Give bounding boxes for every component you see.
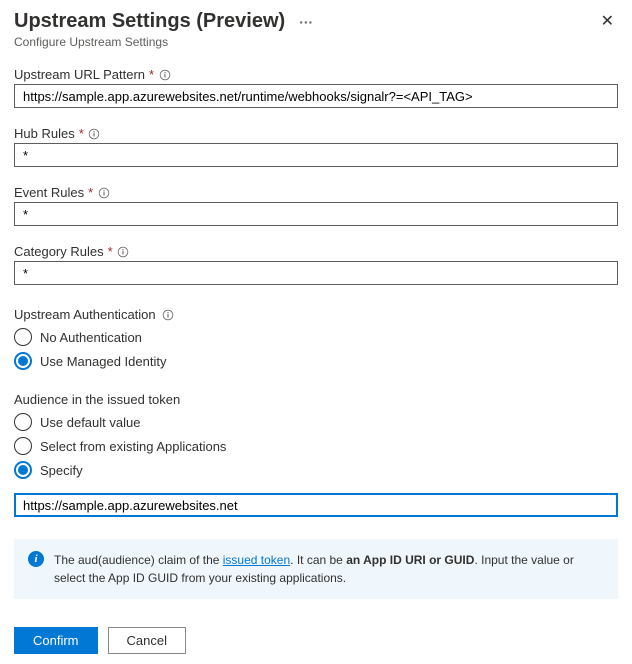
- radio-icon: [14, 437, 32, 455]
- hub-rules-input[interactable]: [14, 143, 618, 167]
- info-bold: an App ID URI or GUID: [346, 553, 474, 567]
- title-text: Upstream Settings (Preview): [14, 10, 285, 33]
- field-category-rules: Category Rules *: [14, 244, 618, 285]
- radio-label: Specify: [40, 463, 83, 478]
- radio-label: Use Managed Identity: [40, 354, 166, 369]
- close-icon: ✕: [601, 13, 614, 30]
- radio-icon: [14, 413, 32, 431]
- info-mid: . It can be: [290, 553, 346, 567]
- required-marker: *: [88, 185, 93, 200]
- radio-label: Use default value: [40, 415, 140, 430]
- category-rules-input[interactable]: [14, 261, 618, 285]
- info-icon[interactable]: [158, 68, 171, 81]
- audience-specify-input[interactable]: [14, 493, 618, 517]
- url-pattern-label: Upstream URL Pattern: [14, 67, 145, 82]
- radio-managed-identity[interactable]: Use Managed Identity: [14, 352, 618, 370]
- hub-rules-label: Hub Rules: [14, 126, 75, 141]
- field-url-pattern: Upstream URL Pattern *: [14, 67, 618, 108]
- radio-icon: [14, 328, 32, 346]
- panel-header: Upstream Settings (Preview) ··· Configur…: [14, 10, 618, 49]
- info-icon[interactable]: [88, 127, 101, 140]
- page-title: Upstream Settings (Preview) ···: [14, 10, 317, 33]
- info-icon: i: [28, 551, 44, 567]
- info-icon[interactable]: [97, 186, 110, 199]
- radio-label: Select from existing Applications: [40, 439, 226, 454]
- required-marker: *: [79, 126, 84, 141]
- event-rules-input[interactable]: [14, 202, 618, 226]
- radio-audience-existing[interactable]: Select from existing Applications: [14, 437, 618, 455]
- info-pre: The aud(audience) claim of the: [54, 553, 223, 567]
- radio-label: No Authentication: [40, 330, 142, 345]
- auth-label-text: Upstream Authentication: [14, 307, 156, 322]
- issued-token-link[interactable]: issued token: [223, 553, 290, 567]
- field-hub-rules: Hub Rules *: [14, 126, 618, 167]
- close-button[interactable]: ✕: [597, 10, 618, 34]
- required-marker: *: [108, 244, 113, 259]
- radio-audience-default[interactable]: Use default value: [14, 413, 618, 431]
- field-event-rules: Event Rules *: [14, 185, 618, 226]
- radio-icon: [14, 352, 32, 370]
- category-rules-label: Category Rules: [14, 244, 104, 259]
- info-icon[interactable]: [162, 308, 175, 321]
- radio-icon: [14, 461, 32, 479]
- audience-section-label: Audience in the issued token: [14, 392, 618, 407]
- more-actions-icon[interactable]: ···: [295, 14, 317, 30]
- radio-audience-specify[interactable]: Specify: [14, 461, 618, 479]
- page-subtitle: Configure Upstream Settings: [14, 35, 317, 49]
- event-rules-label: Event Rules: [14, 185, 84, 200]
- required-marker: *: [149, 67, 154, 82]
- url-pattern-input[interactable]: [14, 84, 618, 108]
- info-callout: i The aud(audience) claim of the issued …: [14, 539, 618, 599]
- info-icon[interactable]: [117, 245, 130, 258]
- info-text: The aud(audience) claim of the issued to…: [54, 551, 604, 587]
- auth-section-label: Upstream Authentication: [14, 307, 618, 322]
- audience-label-text: Audience in the issued token: [14, 392, 180, 407]
- radio-no-auth[interactable]: No Authentication: [14, 328, 618, 346]
